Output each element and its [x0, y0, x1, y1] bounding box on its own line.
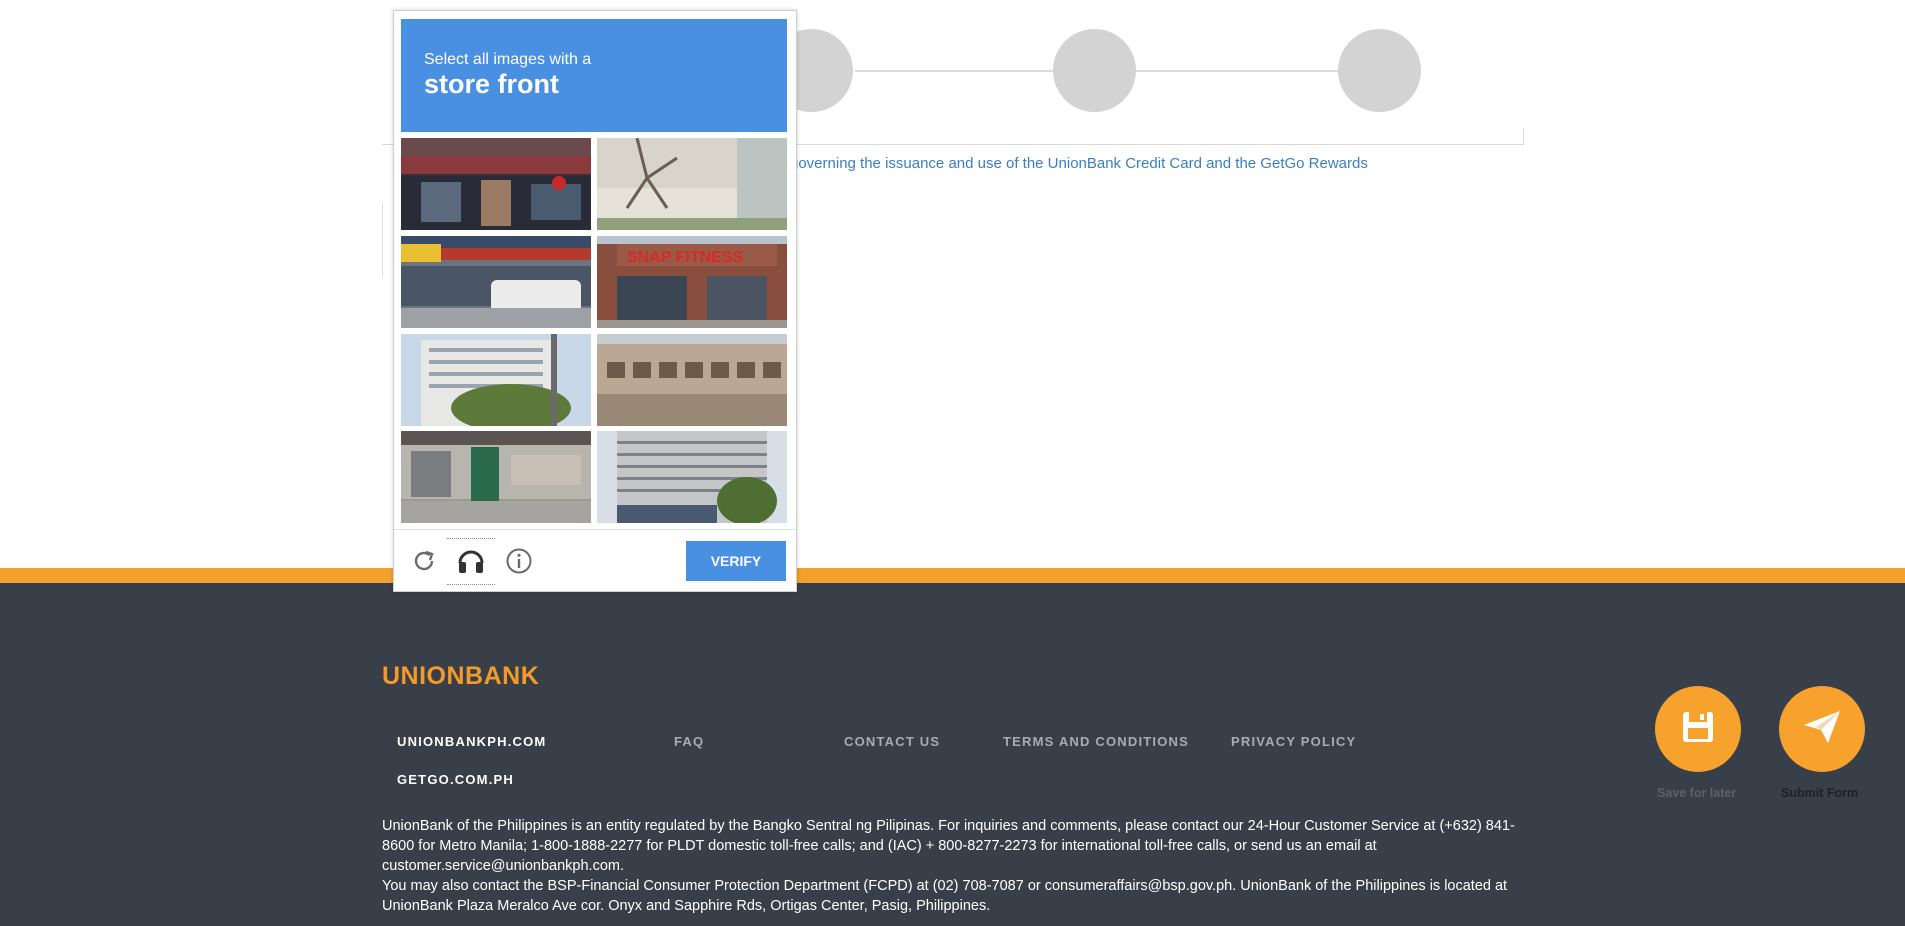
- captcha-instruction: Select all images with a: [424, 51, 592, 68]
- progress-line: [1135, 70, 1340, 72]
- footer-link-faq[interactable]: FAQ: [674, 734, 704, 749]
- footer-link-privacy[interactable]: PRIVACY POLICY: [1231, 734, 1356, 749]
- footer-regulatory-text: UnionBank of the Philippines is an entit…: [382, 818, 1515, 874]
- captcha-tile-2[interactable]: [597, 138, 787, 230]
- progress-step-3: [1053, 29, 1136, 112]
- footer-link-contact[interactable]: CONTACT US: [844, 734, 940, 749]
- page-content: governing the issuance and use of the Un…: [0, 0, 1905, 568]
- reload-icon[interactable]: [408, 545, 440, 577]
- progress-line: [855, 70, 1054, 72]
- headphones-icon[interactable]: [455, 544, 487, 576]
- verify-button[interactable]: VERIFY: [686, 541, 786, 581]
- info-icon[interactable]: [503, 545, 535, 577]
- captcha-tile-3[interactable]: [401, 236, 591, 328]
- footer-contact-text: You may also contact the BSP-Financial C…: [382, 878, 1508, 914]
- captcha-tile-1[interactable]: [401, 138, 591, 230]
- save-for-later-button[interactable]: [1655, 686, 1741, 772]
- captcha-footer-divider: [394, 529, 796, 530]
- svg-text:SNAP FITNESS: SNAP FITNESS: [627, 249, 744, 266]
- save-for-later-label: Save for later: [1657, 786, 1737, 800]
- captcha-tile-5[interactable]: [401, 334, 591, 426]
- submit-form-button[interactable]: [1779, 686, 1865, 772]
- footer-link-terms[interactable]: TERMS AND CONDITIONS: [1003, 734, 1189, 749]
- footer-link-getgo[interactable]: GETGO.COM.PH: [397, 772, 514, 787]
- audio-focus-bottom: [447, 584, 495, 585]
- captcha-header: Select all images with a store front: [401, 19, 787, 132]
- submit-form-label: Submit Form: [1781, 786, 1859, 800]
- captcha-tile-6[interactable]: [597, 334, 787, 426]
- footer-accent-band: [0, 568, 1905, 583]
- captcha-target: store front: [424, 69, 559, 99]
- captcha-tile-7[interactable]: [401, 431, 591, 523]
- captcha-challenge: Select all images with a store front SNA…: [393, 10, 797, 592]
- unionbank-logo[interactable]: UNIONBANK: [382, 662, 539, 691]
- footer-link-unionbankph[interactable]: UNIONBANKPH.COM: [397, 734, 546, 749]
- floppy-disk-icon: [1681, 710, 1715, 749]
- terms-link[interactable]: governing the issuance and use of the Un…: [790, 155, 1368, 172]
- captcha-tile-4[interactable]: SNAP FITNESS: [597, 236, 787, 328]
- audio-focus-top: [447, 538, 495, 539]
- progress-step-4: [1338, 29, 1421, 112]
- captcha-tile-8[interactable]: [597, 431, 787, 523]
- paper-plane-icon: [1802, 709, 1842, 750]
